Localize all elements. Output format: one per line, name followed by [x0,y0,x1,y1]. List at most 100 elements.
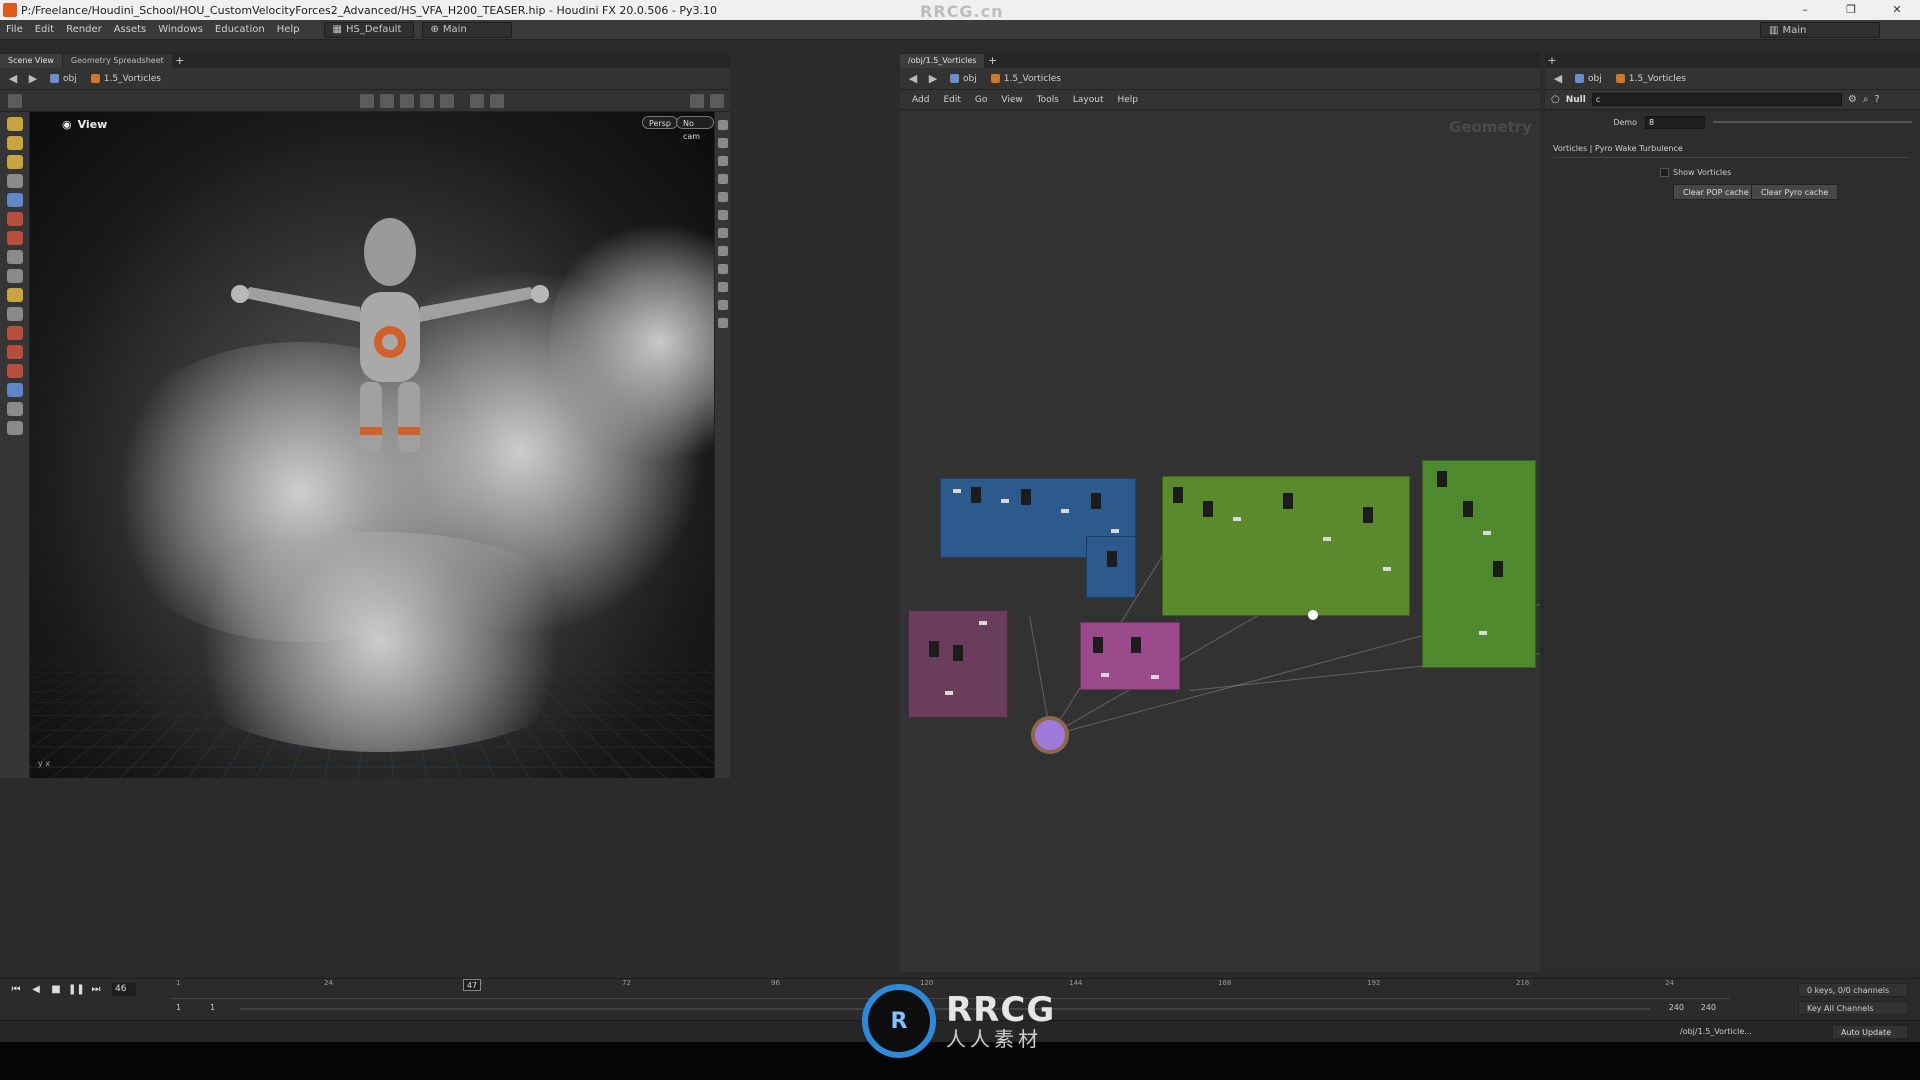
play-reverse-icon[interactable]: ◀ [28,983,44,996]
help-icon[interactable]: ? [1874,94,1879,105]
point-display-icon[interactable] [717,228,728,238]
breadcrumb-obj[interactable]: obj [946,74,981,84]
lock-icon[interactable] [6,193,23,207]
auto-update-button[interactable]: Auto Update [1832,1025,1908,1039]
node[interactable] [945,691,953,695]
menu-tools[interactable]: Tools [1037,95,1059,105]
ghost-icon[interactable] [717,138,728,148]
breadcrumb-geo[interactable]: 1.5_Vorticles [987,74,1065,84]
brush-tool-icon[interactable] [6,136,23,150]
menu-go[interactable]: Go [975,95,987,105]
breadcrumb-obj[interactable]: obj [1571,74,1606,84]
node[interactable] [1493,561,1503,577]
menu-view[interactable]: View [1001,95,1022,105]
desktop-selector[interactable]: ▦ HS_Default [323,21,414,38]
add-tab-icon[interactable]: + [173,54,187,68]
grid-tool-icon[interactable] [6,307,23,321]
breadcrumb-obj[interactable]: obj [46,74,81,84]
snapping-icon[interactable] [6,345,23,359]
horseshoe-icon[interactable] [6,364,23,378]
node[interactable] [979,621,987,625]
gear-icon[interactable]: ⚙ [1848,94,1857,105]
forward-arrow-icon[interactable]: ▶ [926,72,940,86]
network-box-green-a[interactable] [1162,476,1410,616]
menu-help[interactable]: Help [1118,95,1139,105]
menu-education[interactable]: Education [209,24,271,35]
go-to-end-icon[interactable]: ⏭ [88,983,104,996]
range-start2-field[interactable]: 1 [210,1003,215,1012]
pose-tool-icon[interactable] [6,269,23,283]
node[interactable] [1107,551,1117,567]
node[interactable] [953,489,961,493]
info-icon[interactable] [717,318,728,328]
node[interactable] [971,487,981,503]
sphere-icon[interactable] [6,250,23,264]
show-vorticles-checkbox[interactable] [1660,168,1669,177]
menu-edit[interactable]: Edit [943,95,960,105]
close-button[interactable]: ✕ [1874,0,1920,20]
add-tab-icon[interactable]: + [1545,54,1559,68]
menu-add[interactable]: Add [912,95,929,105]
tab-geometry-spreadsheet[interactable]: Geometry Spreadsheet [62,54,172,68]
select-arrow-icon[interactable] [6,174,23,188]
breadcrumb-geo[interactable]: 1.5_Vorticles [1612,74,1690,84]
snap-icon[interactable] [420,94,434,108]
back-arrow-icon[interactable]: ◀ [1551,72,1565,86]
shading-icon[interactable] [717,174,728,184]
wire-display-icon[interactable] [717,282,728,292]
range-end-field[interactable]: 240 [1669,1003,1684,1012]
magnet-icon[interactable] [6,326,23,340]
key-all-channels-button[interactable]: Key All Channels [1798,1001,1908,1015]
clear-pyro-cache-button[interactable]: Clear Pyro cache [1751,184,1839,200]
tab-network-path[interactable]: /obj/1.5_Vorticles [900,54,985,68]
node[interactable] [1233,517,1241,521]
right-desktop-selector[interactable]: ▥ Main [1760,22,1880,38]
grid-icon[interactable] [8,94,22,108]
stop-icon[interactable]: ■ [48,983,64,996]
node[interactable] [1283,493,1293,509]
network-canvas[interactable]: Geometry [900,110,1540,972]
pause-icon[interactable]: ❚❚ [68,983,85,996]
camera-lock-icon[interactable] [6,402,23,416]
node[interactable] [1463,501,1473,517]
node[interactable] [1483,531,1491,535]
keys-channels-info[interactable]: 0 keys, 0/0 channels [1798,983,1908,997]
node[interactable] [953,645,963,661]
node[interactable] [1021,489,1031,505]
network-box-blue-ext[interactable] [1086,536,1136,598]
go-to-start-icon[interactable]: ⏮ [8,983,24,996]
null-node[interactable] [1031,716,1069,754]
display-icon[interactable] [440,94,454,108]
add-tab-icon[interactable]: + [985,54,999,68]
minimize-button[interactable]: – [1782,0,1828,20]
camera-icon[interactable] [470,94,484,108]
camera-view-icon[interactable] [717,264,728,274]
range-start-field[interactable]: 1 [176,1003,181,1012]
node[interactable] [1151,675,1159,679]
options-icon[interactable] [690,94,704,108]
select-tool-icon[interactable] [360,94,374,108]
demo-value-field[interactable]: 8 [1645,115,1705,129]
display-flag-icon[interactable] [6,421,23,435]
persp-button[interactable]: Persp [642,116,678,129]
network-box-magenta[interactable] [1080,622,1180,690]
range-end2-field[interactable]: 240 [1701,1003,1716,1012]
current-frame-field[interactable]: 46 [112,983,136,996]
network-box-plum[interactable] [908,610,1008,718]
show-vorticles-toggle[interactable]: Show Vorticles [1660,168,1731,177]
playhead[interactable]: 47 [463,979,481,991]
node[interactable] [1173,487,1183,503]
node[interactable] [1203,501,1213,517]
menu-help[interactable]: Help [271,24,306,35]
light-icon[interactable] [490,94,504,108]
vertex-icon[interactable] [717,300,728,310]
menu-assets[interactable]: Assets [108,24,153,35]
node[interactable] [1061,509,1069,513]
search-icon[interactable]: ⌕ [1863,94,1869,105]
menu-file[interactable]: File [0,24,29,35]
record-icon[interactable] [6,231,23,245]
node[interactable] [1093,637,1103,653]
menu-render[interactable]: Render [60,24,108,35]
forward-arrow-icon[interactable]: ▶ [26,72,40,86]
node[interactable] [1101,673,1109,677]
